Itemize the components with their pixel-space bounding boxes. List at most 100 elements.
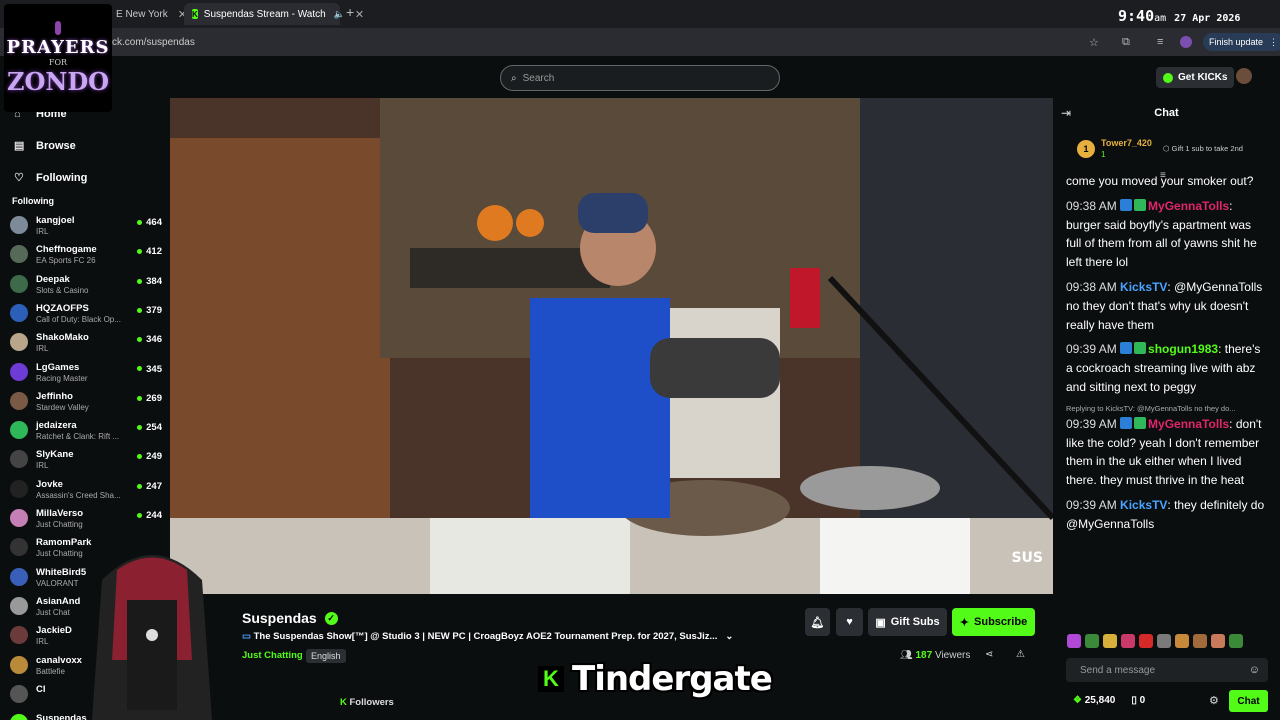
- send-message-input[interactable]: Send a message ☺: [1066, 658, 1268, 682]
- message-text: come you moved your smoker out?: [1066, 174, 1254, 188]
- channel-avatar: [10, 333, 28, 352]
- leader-name[interactable]: Tower7_420: [1101, 138, 1152, 148]
- prayers-for-zondo-logo: PRAYERS FOR ZONDO: [4, 4, 112, 112]
- stream-title-text: The Suspendas Show[™] @ Studio 3 | NEW P…: [253, 631, 718, 642]
- channel-category: Slots & Casino: [36, 285, 89, 295]
- ribbon-icon: [55, 20, 61, 35]
- nav-label: Following: [36, 171, 88, 184]
- finish-update-button[interactable]: Finish update ⋮: [1203, 33, 1280, 51]
- gift-subs-button[interactable]: ▣ Gift Subs: [868, 608, 947, 636]
- sidebar-channel-row[interactable]: jedaizera Ratchet & Clank: Rift ... 254: [10, 416, 162, 444]
- viewer-count-number: 187: [915, 650, 933, 661]
- profile-avatar[interactable]: [1180, 36, 1192, 48]
- clock-ampm: am: [1154, 13, 1167, 24]
- bookmark-star-icon[interactable]: ☆: [1089, 36, 1099, 49]
- message-username[interactable]: shogun1983: [1148, 342, 1218, 356]
- channel-avatar: [10, 450, 28, 469]
- sidebar-channel-row[interactable]: HQZAOFPS Call of Duty: Black Op... 379: [10, 299, 162, 327]
- screen: E New York ✕ K Suspendas Stream - Watch 🔈 ✕ …: [0, 0, 1280, 720]
- media-controls-icon[interactable]: ≡: [1157, 36, 1163, 48]
- browser-tab-active[interactable]: K Suspendas Stream - Watch 🔈 ✕: [184, 3, 364, 25]
- sidebar-nav-browse[interactable]: ▤ Browse: [14, 139, 76, 153]
- url-field[interactable]: ck.com/suspendas: [112, 37, 195, 48]
- send-message-placeholder: Send a message: [1080, 664, 1156, 676]
- chat-send-button[interactable]: Chat: [1229, 690, 1268, 712]
- message-username[interactable]: MyGennaTolls: [1148, 199, 1229, 213]
- sidebar-channel-row[interactable]: Deepak Slots & Casino 384: [10, 270, 162, 298]
- report-icon[interactable]: ⚠: [1016, 649, 1025, 660]
- browser-tab[interactable]: E New York ✕: [108, 3, 187, 25]
- emoji-picker-icon[interactable]: ☺: [1249, 664, 1260, 676]
- channel-avatar: [10, 362, 28, 381]
- gift-prompt-text: Gift 1 sub to take 2nd: [1171, 144, 1243, 153]
- emote-icon[interactable]: [1121, 634, 1135, 648]
- channel-name: HQZAOFPS: [36, 302, 89, 314]
- audio-icon[interactable]: 🔈: [334, 9, 345, 20]
- expand-title-icon[interactable]: ⌄: [725, 631, 733, 642]
- message-username[interactable]: KicksTV: [1120, 280, 1167, 294]
- channel-avatar: [10, 567, 28, 586]
- emote-icon[interactable]: [1193, 634, 1207, 648]
- logo-line2: ZONDO: [6, 66, 110, 96]
- sidebar-channel-row[interactable]: MillaVerso Just Chatting 244: [10, 504, 162, 532]
- stream-title: ▭ The Suspendas Show[™] @ Studio 3 | NEW…: [242, 631, 733, 642]
- search-input[interactable]: ⌕ Search: [500, 65, 780, 91]
- gift-icon: ⬡: [1163, 144, 1172, 153]
- channel-points[interactable]: ❖ 25,840 ▯ 0: [1073, 695, 1145, 706]
- site-header: ⌕ Search Get KICKs: [0, 56, 1280, 98]
- language-tag[interactable]: English: [306, 649, 346, 663]
- emote-icon[interactable]: [1103, 634, 1117, 648]
- channel-name: SlyKane: [36, 449, 74, 461]
- channel-avatar: [10, 421, 28, 440]
- logo-small: FOR: [48, 57, 68, 67]
- caption-text: Tindergate: [572, 659, 773, 699]
- more-menu-icon[interactable]: ⋮: [1269, 37, 1278, 48]
- emote-icon[interactable]: [1175, 634, 1189, 648]
- channel-viewers: 249: [137, 451, 162, 462]
- channel-avatar: [10, 655, 28, 674]
- sidebar-channel-row[interactable]: Cheffnogame EA Sports FC 26 412: [10, 240, 162, 268]
- emote-icon[interactable]: [1229, 634, 1243, 648]
- follow-heart-button[interactable]: ♥: [836, 608, 863, 636]
- notification-bell-button[interactable]: 🔔︎: [805, 608, 830, 636]
- emote-icon[interactable]: [1211, 634, 1225, 648]
- search-icon: ⌕: [511, 72, 517, 84]
- new-tab-button[interactable]: +: [346, 4, 354, 20]
- channel-viewers: 254: [137, 422, 162, 433]
- sidebar-channel-row[interactable]: SlyKane IRL 249: [10, 445, 162, 473]
- video-player[interactable]: SUS: [170, 98, 1053, 594]
- sidebar-channel-row[interactable]: kangjoel IRL 464: [10, 211, 162, 239]
- channel-avatar: [10, 216, 28, 234]
- stream-caption-overlay: K Tindergate: [538, 659, 773, 699]
- get-kicks-button[interactable]: Get KICKs: [1156, 67, 1235, 88]
- subscribe-button[interactable]: ✦ Subscribe: [952, 608, 1035, 636]
- emote-icon[interactable]: [1085, 634, 1099, 648]
- emote-icon[interactable]: [1139, 634, 1153, 648]
- channel-name[interactable]: Suspendas ✓: [242, 610, 338, 626]
- sidebar-channel-row[interactable]: ShakoMako IRL 346: [10, 328, 162, 356]
- extensions-icon[interactable]: ⧉: [1122, 36, 1130, 49]
- reply-context[interactable]: Replying to KicksTV: @MyGennaTolls no th…: [1066, 403, 1268, 415]
- sidebar-channel-row[interactable]: Jovke Assassin's Creed Sha... 247: [10, 475, 162, 503]
- sidebar-nav-following[interactable]: ♡ Following: [14, 171, 88, 185]
- chat-header: Chat: [1154, 107, 1179, 119]
- message-username[interactable]: MyGennaTolls: [1148, 417, 1229, 431]
- sidebar-channel-row[interactable]: Jeffinho Stardew Valley 269: [10, 387, 162, 415]
- sidebar-channel-row[interactable]: LgGames Racing Master 345: [10, 358, 162, 386]
- share-icon[interactable]: ⋖: [985, 649, 993, 660]
- channel-avatar: [10, 596, 28, 615]
- channel-name: WhiteBird5: [36, 566, 87, 578]
- channel-name: canalvoxx: [36, 654, 82, 666]
- stream-category-link[interactable]: Just Chatting: [242, 650, 303, 661]
- user-avatar[interactable]: [1236, 68, 1252, 84]
- chat-settings-gear-icon[interactable]: ⚙: [1209, 694, 1219, 707]
- message-username[interactable]: KicksTV: [1120, 498, 1167, 512]
- kicks-coin-icon: [1163, 72, 1173, 83]
- close-tab-icon[interactable]: ✕: [355, 8, 364, 21]
- viewers-label: Viewers: [934, 650, 971, 661]
- viewers-icon: 👥︎: [900, 650, 916, 661]
- message-time: 09:39 AM: [1066, 416, 1117, 431]
- emote-icon[interactable]: [1157, 634, 1171, 648]
- emote-icon[interactable]: [1067, 634, 1081, 648]
- gift-prompt[interactable]: ⬡ Gift 1 sub to take 2nd: [1163, 144, 1243, 153]
